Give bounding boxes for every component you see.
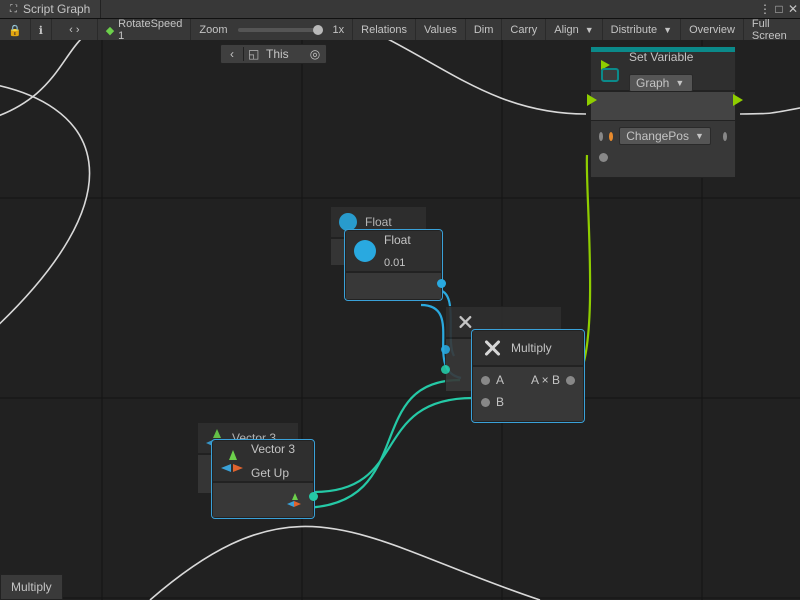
flow-out-port[interactable]: [733, 94, 743, 106]
node-title: Float: [384, 233, 411, 247]
b-label: B: [496, 395, 504, 409]
carry-button[interactable]: Carry: [502, 19, 546, 41]
set-variable-icon: [599, 60, 621, 82]
name-in-port[interactable]: [599, 132, 603, 141]
node-subtitle: Get Up: [251, 466, 295, 480]
a-in-port[interactable]: [441, 345, 450, 354]
back-button[interactable]: ‹: [221, 47, 244, 61]
toolbar: 🔒 ℹ ‹ › ◆ RotateSpeed 1 Zoom 1x Relation…: [0, 19, 800, 42]
multiply-icon: [481, 337, 503, 359]
multiply-icon: [456, 313, 474, 331]
lock-button[interactable]: 🔒: [0, 19, 31, 41]
dim-button[interactable]: Dim: [466, 19, 503, 41]
window-tabbar: ⛶ Script Graph ⋮ □ ✕: [0, 0, 800, 19]
distribute-dropdown[interactable]: Distribute▼: [603, 19, 681, 41]
node-set-variable[interactable]: Set Variable Graph▼ ChangePos▼: [590, 46, 736, 178]
zoom-control: Zoom 1x: [191, 19, 353, 41]
info-button[interactable]: ℹ: [31, 19, 52, 41]
axes-mini-icon: [287, 493, 301, 507]
variable-chip[interactable]: ◆ RotateSpeed 1: [98, 19, 192, 41]
variable-dropdown[interactable]: ChangePos▼: [619, 127, 711, 145]
window-maximize-icon[interactable]: □: [772, 2, 786, 16]
node-vector3-getup[interactable]: Vector 3 Get Up: [212, 440, 314, 518]
var-type-dot: [609, 132, 613, 141]
cube-icon: ◱: [248, 47, 262, 61]
value-out-port[interactable]: [723, 132, 727, 141]
context-this: This: [266, 47, 304, 61]
zoom-slider-knob[interactable]: [313, 25, 323, 35]
node-title: Float: [365, 215, 392, 229]
zoom-slider[interactable]: [238, 28, 323, 32]
zoom-value: 1x: [333, 24, 345, 36]
graph-canvas[interactable]: Set Variable Graph▼ ChangePos▼ Float: [0, 40, 800, 600]
a-in-port[interactable]: [481, 376, 490, 385]
status-footer: Multiply: [0, 574, 63, 600]
b-in-port[interactable]: [441, 365, 450, 374]
overview-button[interactable]: Overview: [681, 19, 744, 41]
flow-in-port[interactable]: [587, 94, 597, 106]
float-value: 0.01: [384, 257, 411, 269]
value-out-port[interactable]: [437, 279, 446, 288]
variable-name: RotateSpeed 1: [118, 18, 182, 42]
context-target-icon[interactable]: ◎: [304, 47, 326, 61]
axes-icon: [221, 450, 243, 472]
node-multiply[interactable]: Multiply A A × B B: [472, 330, 584, 422]
window-title: Script Graph: [23, 2, 90, 16]
result-out-port[interactable]: [566, 376, 575, 385]
window-menu-icon[interactable]: ⋮: [758, 2, 772, 16]
node-title: Multiply: [511, 341, 552, 355]
align-dropdown[interactable]: Align▼: [546, 19, 602, 41]
float-icon: [339, 213, 357, 231]
info-icon: ℹ: [39, 24, 43, 37]
tag-icon: ◆: [106, 24, 114, 37]
hierarchy-icon: ⛶: [10, 4, 17, 15]
lock-icon: 🔒: [8, 24, 22, 37]
context-bar[interactable]: ‹ ◱ This ◎: [220, 44, 327, 64]
node-title: Set Variable: [629, 50, 693, 64]
relations-button[interactable]: Relations: [353, 19, 416, 41]
node-title: Vector 3: [251, 442, 295, 456]
node-float[interactable]: Float 0.01: [345, 230, 442, 300]
window-tab[interactable]: ⛶ Script Graph: [0, 0, 101, 18]
code-button[interactable]: ‹ ›: [52, 19, 98, 41]
status-label: Multiply: [11, 580, 52, 594]
scope-dropdown[interactable]: Graph▼: [629, 74, 693, 92]
float-icon: [354, 240, 376, 262]
a-label: A: [496, 373, 504, 387]
zoom-label: Zoom: [199, 24, 227, 36]
b-in-port[interactable]: [481, 398, 490, 407]
fullscreen-button[interactable]: Full Screen: [744, 19, 800, 41]
flow-row: [591, 91, 735, 120]
axb-label: A × B: [531, 373, 560, 387]
code-icon: ‹ ›: [69, 24, 79, 36]
values-button[interactable]: Values: [416, 19, 466, 41]
window-close-icon[interactable]: ✕: [786, 2, 800, 16]
out-port[interactable]: [309, 492, 318, 501]
value-in-port[interactable]: [599, 153, 608, 162]
